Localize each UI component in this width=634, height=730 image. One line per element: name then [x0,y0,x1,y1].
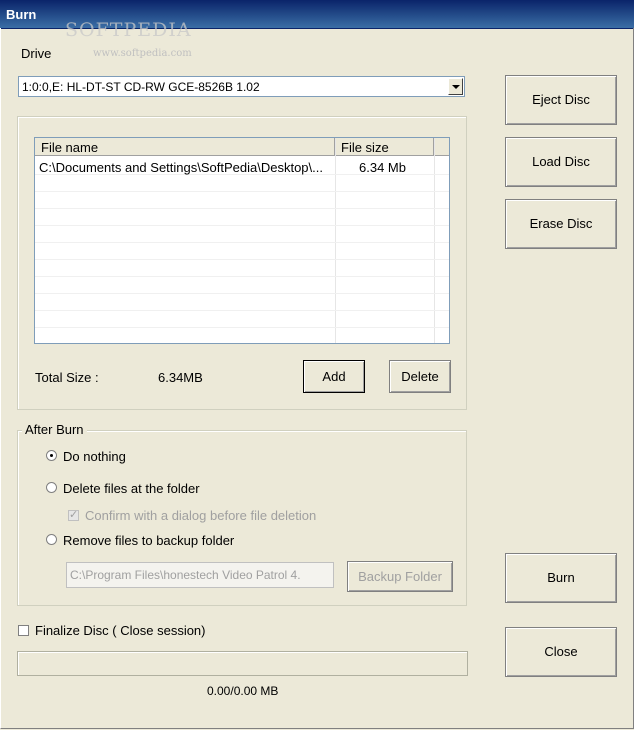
window-title: Burn [6,7,37,22]
burn-button[interactable]: Burn [505,553,617,603]
table-row [35,260,449,277]
table-row [35,277,449,294]
load-disc-button-label: Load Disc [532,154,590,169]
delete-files-radio[interactable] [46,482,57,493]
close-button-label: Close [544,644,578,659]
burn-button-label: Burn [547,570,575,585]
do-nothing-label[interactable]: Do nothing [63,449,126,464]
table-row [35,328,449,343]
confirm-dialog-checkbox[interactable] [68,508,79,521]
file-list[interactable]: File name File size C:\Documents and Set… [34,137,450,344]
column-header-spacer [434,138,449,156]
table-row [35,175,449,192]
delete-button-label: Delete [401,369,439,384]
table-row [35,311,449,328]
erase-disc-button-label: Erase Disc [529,216,593,231]
drive-label: Drive [21,46,52,61]
finalize-disc-checkbox[interactable] [18,625,29,636]
eject-disc-button-label: Eject Disc [532,92,590,107]
delete-button[interactable]: Delete [389,360,451,393]
erase-disc-button[interactable]: Erase Disc [505,199,617,249]
backup-folder-button-label: Backup Folder [358,569,442,584]
remove-backup-label[interactable]: Remove files to backup folder [63,533,234,548]
load-disc-button[interactable]: Load Disc [505,137,617,187]
drive-select[interactable]: 1:0:0,E: HL-DT-ST CD-RW GCE-8526B 1.02 [18,76,465,97]
table-row [35,243,449,260]
column-header-filesize-label: File size [341,140,389,155]
backup-folder-button[interactable]: Backup Folder [347,561,453,592]
table-row [35,192,449,209]
table-row [35,209,449,226]
drive-select-value: 1:0:0,E: HL-DT-ST CD-RW GCE-8526B 1.02 [22,80,260,94]
remove-backup-radio[interactable] [46,534,57,545]
file-name-cell: C:\Documents and Settings\SoftPedia\Desk… [39,160,323,175]
table-row [35,226,449,243]
close-button[interactable]: Close [505,627,617,677]
delete-files-label[interactable]: Delete files at the folder [63,481,200,496]
do-nothing-radio[interactable] [46,450,57,461]
burn-progress-bar [17,651,468,676]
add-button[interactable]: Add [303,360,365,393]
column-header-filename[interactable]: File name [35,138,335,156]
after-burn-legend: After Burn [22,422,87,437]
file-size-cell: 6.34 Mb [359,160,406,175]
column-header-filename-label: File name [41,140,99,155]
column-header-filesize[interactable]: File size [335,138,434,156]
confirm-dialog-label: Confirm with a dialog before file deleti… [85,508,317,523]
finalize-disc-label[interactable]: Finalize Disc ( Close session) [35,623,206,638]
total-size-label: Total Size : [35,370,99,385]
total-size-value: 6.34MB [158,370,203,385]
eject-disc-button[interactable]: Eject Disc [505,75,617,125]
add-button-label: Add [322,369,346,384]
table-row[interactable]: C:\Documents and Settings\SoftPedia\Desk… [35,158,449,175]
progress-text: 0.00/0.00 MB [207,684,279,698]
table-row [35,294,449,311]
backup-path-field[interactable]: C:\Program Files\honestech Video Patrol … [66,562,334,588]
chevron-down-icon[interactable] [448,78,463,95]
